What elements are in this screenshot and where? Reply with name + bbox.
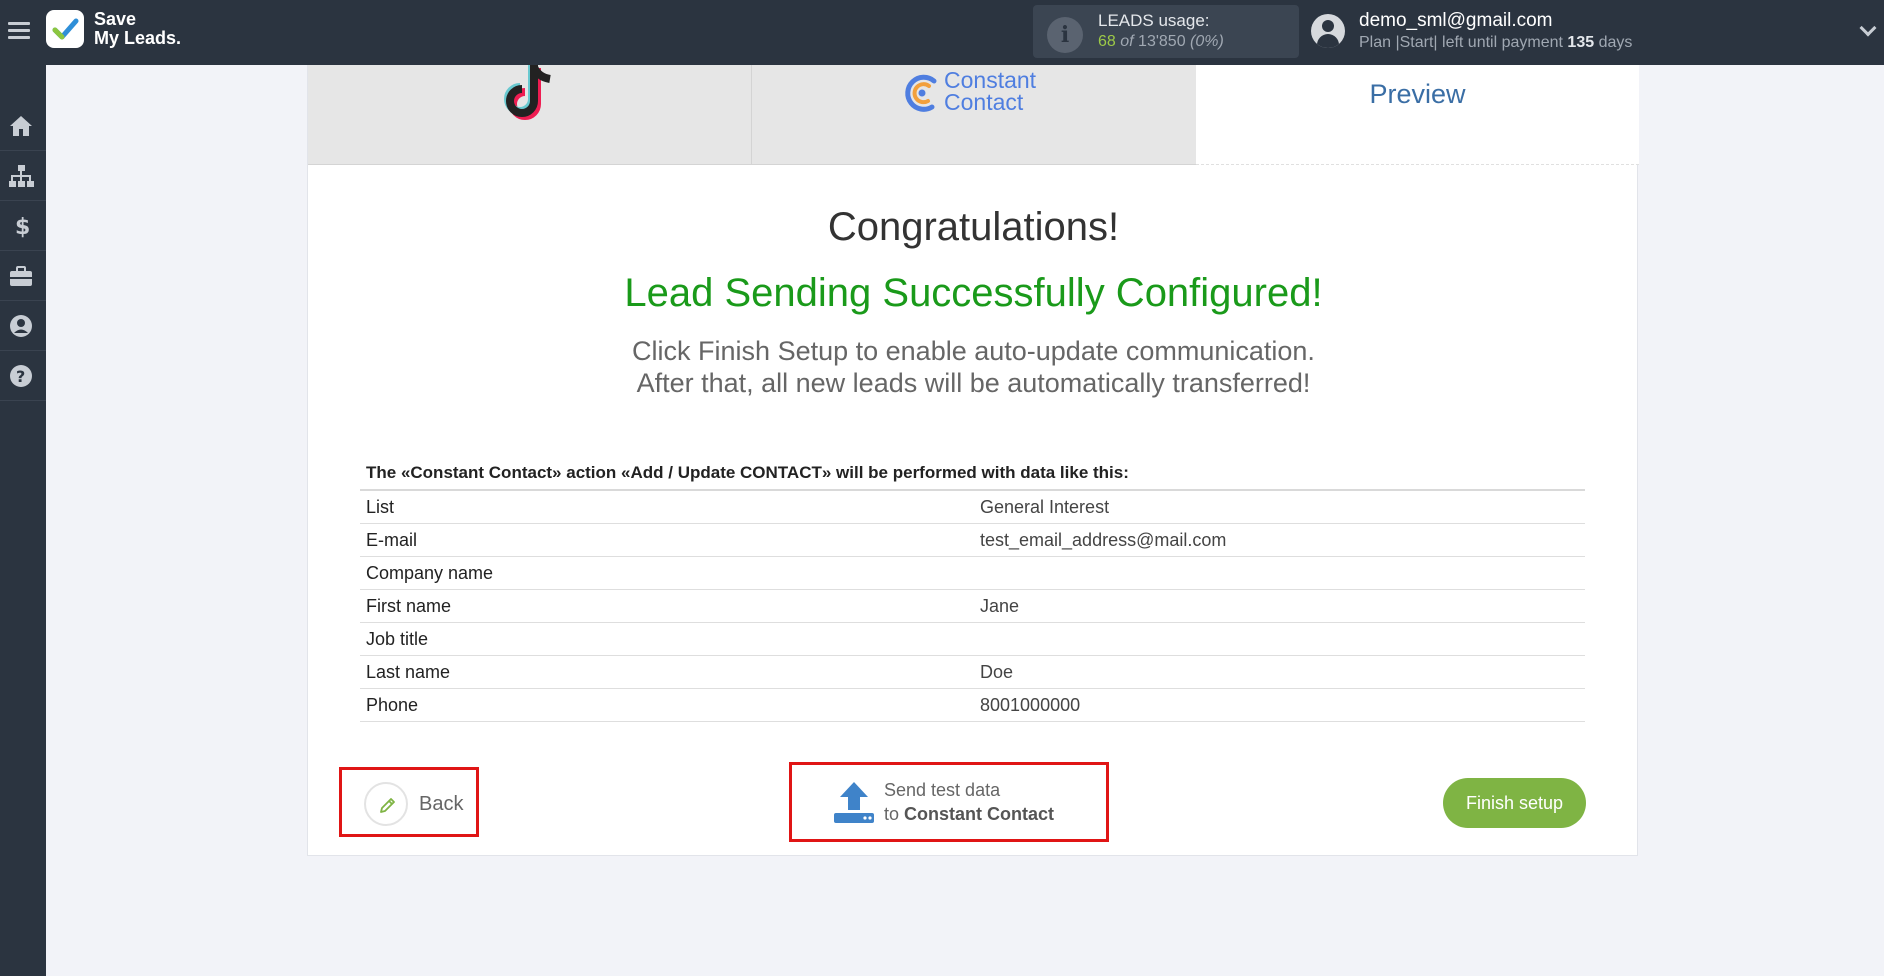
- cc-line-2: Contact: [944, 89, 1024, 115]
- sidebar-item-tools[interactable]: [0, 251, 46, 301]
- row-value: 8001000000: [980, 695, 1081, 715]
- sidebar-item-billing[interactable]: $: [0, 201, 46, 251]
- row-key: First name: [366, 596, 452, 616]
- pencil-icon: [380, 798, 395, 813]
- usage-value: 68 of 13'850 (0%): [1098, 33, 1224, 51]
- cc-line-1: Constant: [944, 67, 1037, 93]
- tab-preview-label: Preview: [1369, 79, 1466, 109]
- sidebar-item-help[interactable]: ?: [0, 351, 46, 401]
- send-label-line-1: Send test data: [884, 780, 1001, 800]
- question-icon: ?: [10, 365, 32, 387]
- upload-icon: [834, 782, 874, 823]
- menu-icon[interactable]: [8, 18, 30, 44]
- send-target-text: Constant Contact: [904, 804, 1055, 824]
- tab-preview[interactable]: Preview: [1196, 65, 1639, 165]
- leads-usage-panel: i LEADS usage: 68 of 13'850 (0%): [1033, 5, 1299, 58]
- congrats-heading: Congratulations!: [827, 205, 1120, 249]
- step-tabs: Constant Contact Preview: [308, 65, 1639, 165]
- usage-label: LEADS usage:: [1098, 11, 1210, 30]
- home-icon: [10, 116, 32, 136]
- table-row: Phone 8001000000: [360, 689, 1585, 722]
- avatar-icon[interactable]: [1311, 14, 1345, 48]
- back-label: Back: [419, 793, 464, 815]
- row-key: Job title: [366, 629, 429, 649]
- instructions-line-2: After that, all new leads will be automa…: [636, 368, 1311, 398]
- sidebar-item-connections[interactable]: [0, 151, 46, 201]
- send-to-text: to: [884, 804, 900, 824]
- usage-percent: (0%): [1190, 33, 1224, 50]
- row-key: Phone: [366, 695, 419, 715]
- svg-text:$: $: [15, 215, 30, 238]
- svg-text:?: ?: [16, 367, 25, 386]
- setup-card: Constant Contact Preview Congratulations…: [307, 65, 1639, 856]
- user-circle-icon: [10, 315, 32, 337]
- dollar-icon: $: [15, 215, 30, 238]
- user-plan: Plan |Start| left until payment 135 days: [1359, 34, 1632, 52]
- plan-days-unit: days: [1598, 34, 1633, 51]
- sidebar: $ ?: [0, 65, 46, 976]
- briefcase-icon: [10, 266, 32, 286]
- usage-of: of: [1120, 33, 1134, 50]
- usage-used: 68: [1098, 33, 1116, 50]
- row-value: General Interest: [980, 497, 1110, 517]
- constant-contact-logo-text: Constant Contact: [944, 67, 1037, 115]
- top-bar: Save My Leads. i LEADS usage: 68 of 13'8…: [0, 0, 1884, 65]
- logo-icon[interactable]: [46, 10, 84, 48]
- table-row: List General Interest: [360, 491, 1585, 524]
- finish-setup-button[interactable]: Finish setup: [1443, 778, 1586, 828]
- sidebar-item-account[interactable]: [0, 301, 46, 351]
- usage-total: 13'850: [1138, 33, 1186, 50]
- logo-text[interactable]: Save My Leads.: [94, 10, 181, 48]
- plan-days: 135: [1567, 34, 1595, 51]
- preview-table: List General Interest E-mail test_email_ad…: [360, 489, 1585, 722]
- back-circle: [364, 782, 408, 826]
- tab-source[interactable]: [308, 65, 752, 165]
- row-key: Last name: [366, 662, 451, 682]
- back-highlight-box: Back: [339, 767, 479, 837]
- info-icon: i: [1047, 17, 1083, 53]
- row-value: Jane: [980, 596, 1020, 616]
- send-label-line-2: to Constant Contact: [884, 804, 1054, 825]
- instructions-text: Click Finish Setup to enable auto-update…: [308, 335, 1639, 399]
- row-value: Doe: [980, 662, 1014, 682]
- sidebar-item-home[interactable]: [0, 101, 46, 151]
- user-email[interactable]: demo_sml@gmail.com: [1359, 10, 1553, 32]
- back-button[interactable]: Back: [364, 782, 474, 826]
- row-key: List: [366, 497, 395, 517]
- logo-line-1: Save: [94, 9, 137, 29]
- row-value: test_email_address@mail.com: [980, 530, 1227, 550]
- instructions-line-1: Click Finish Setup to enable auto-update…: [632, 336, 1315, 366]
- success-heading: Lead Sending Successfully Configured!: [624, 271, 1323, 315]
- tab-destination[interactable]: Constant Contact: [752, 65, 1196, 165]
- chevron-down-icon[interactable]: [1859, 19, 1877, 37]
- table-caption: The «Constant Contact» action «Add / Upd…: [366, 463, 1129, 482]
- table-row: Job title: [360, 623, 1585, 656]
- sitemap-icon: [9, 165, 34, 187]
- table-row: Company name: [360, 557, 1585, 590]
- row-key: Company name: [366, 563, 494, 583]
- send-test-data-button[interactable]: Send test data to Constant Contact: [792, 765, 1106, 839]
- constant-contact-logo-icon: [905, 74, 937, 112]
- table-row: E-mail test_email_address@mail.com: [360, 524, 1585, 557]
- row-key: E-mail: [366, 530, 418, 550]
- table-row: Last name Doe: [360, 656, 1585, 689]
- table-row: First name Jane: [360, 590, 1585, 623]
- plan-text: Plan |Start| left until payment: [1359, 34, 1563, 51]
- send-highlight-box: Send test data to Constant Contact: [789, 762, 1109, 842]
- tiktok-icon: [504, 65, 551, 120]
- logo-line-2: My Leads.: [94, 28, 182, 48]
